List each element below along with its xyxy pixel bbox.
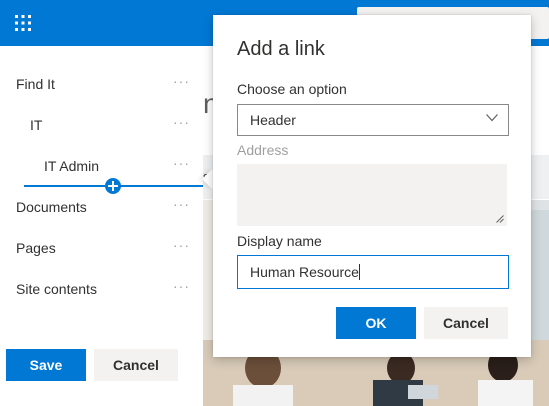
display-name-value: Human Resource <box>250 264 359 280</box>
option-dropdown[interactable]: Header <box>237 104 509 136</box>
cancel-button[interactable]: Cancel <box>424 307 508 339</box>
nav-item-label: Find It <box>16 76 55 92</box>
more-options-icon[interactable]: ··· <box>173 238 191 254</box>
more-options-icon[interactable]: ··· <box>173 279 191 295</box>
resize-grip-icon[interactable] <box>496 215 504 223</box>
more-options-icon[interactable]: ··· <box>173 115 191 131</box>
address-field[interactable] <box>237 164 507 226</box>
save-button[interactable]: Save <box>6 349 86 381</box>
nav-item-site-contents[interactable]: Site contents ··· <box>0 273 203 305</box>
chevron-down-icon <box>486 114 498 122</box>
cancel-edit-button[interactable]: Cancel <box>94 349 178 381</box>
dialog-title: Add a link <box>237 38 325 60</box>
more-options-icon[interactable]: ··· <box>173 197 191 213</box>
text-caret <box>358 264 360 280</box>
option-label: Choose an option <box>237 81 347 97</box>
plus-icon <box>108 181 118 191</box>
nav-item-pages[interactable]: Pages ··· <box>0 232 203 264</box>
waffle-icon <box>15 15 31 31</box>
nav-item-documents[interactable]: Documents ··· <box>0 191 203 223</box>
add-link-button[interactable] <box>105 178 121 194</box>
add-link-dialog: Add a link Choose an option Header Addre… <box>213 15 531 357</box>
ok-button[interactable]: OK <box>336 307 416 339</box>
nav-item-label: Documents <box>16 199 87 215</box>
nav-item-it-admin[interactable]: IT Admin ··· <box>0 150 203 182</box>
nav-item-label: IT Admin <box>44 158 99 174</box>
display-name-label: Display name <box>237 233 322 249</box>
more-options-icon[interactable]: ··· <box>173 156 191 172</box>
display-name-field[interactable]: Human Resource <box>237 255 509 289</box>
nav-item-label: Pages <box>16 240 56 256</box>
nav-item-find-it[interactable]: Find It ··· <box>0 68 203 100</box>
app-launcher-button[interactable] <box>0 0 46 46</box>
nav-item-it[interactable]: IT ··· <box>0 109 203 141</box>
nav-item-label: IT <box>30 117 43 133</box>
option-dropdown-value: Header <box>250 112 296 128</box>
address-label: Address <box>237 142 289 158</box>
nav-item-label: Site contents <box>16 281 97 297</box>
more-options-icon[interactable]: ··· <box>173 74 191 90</box>
